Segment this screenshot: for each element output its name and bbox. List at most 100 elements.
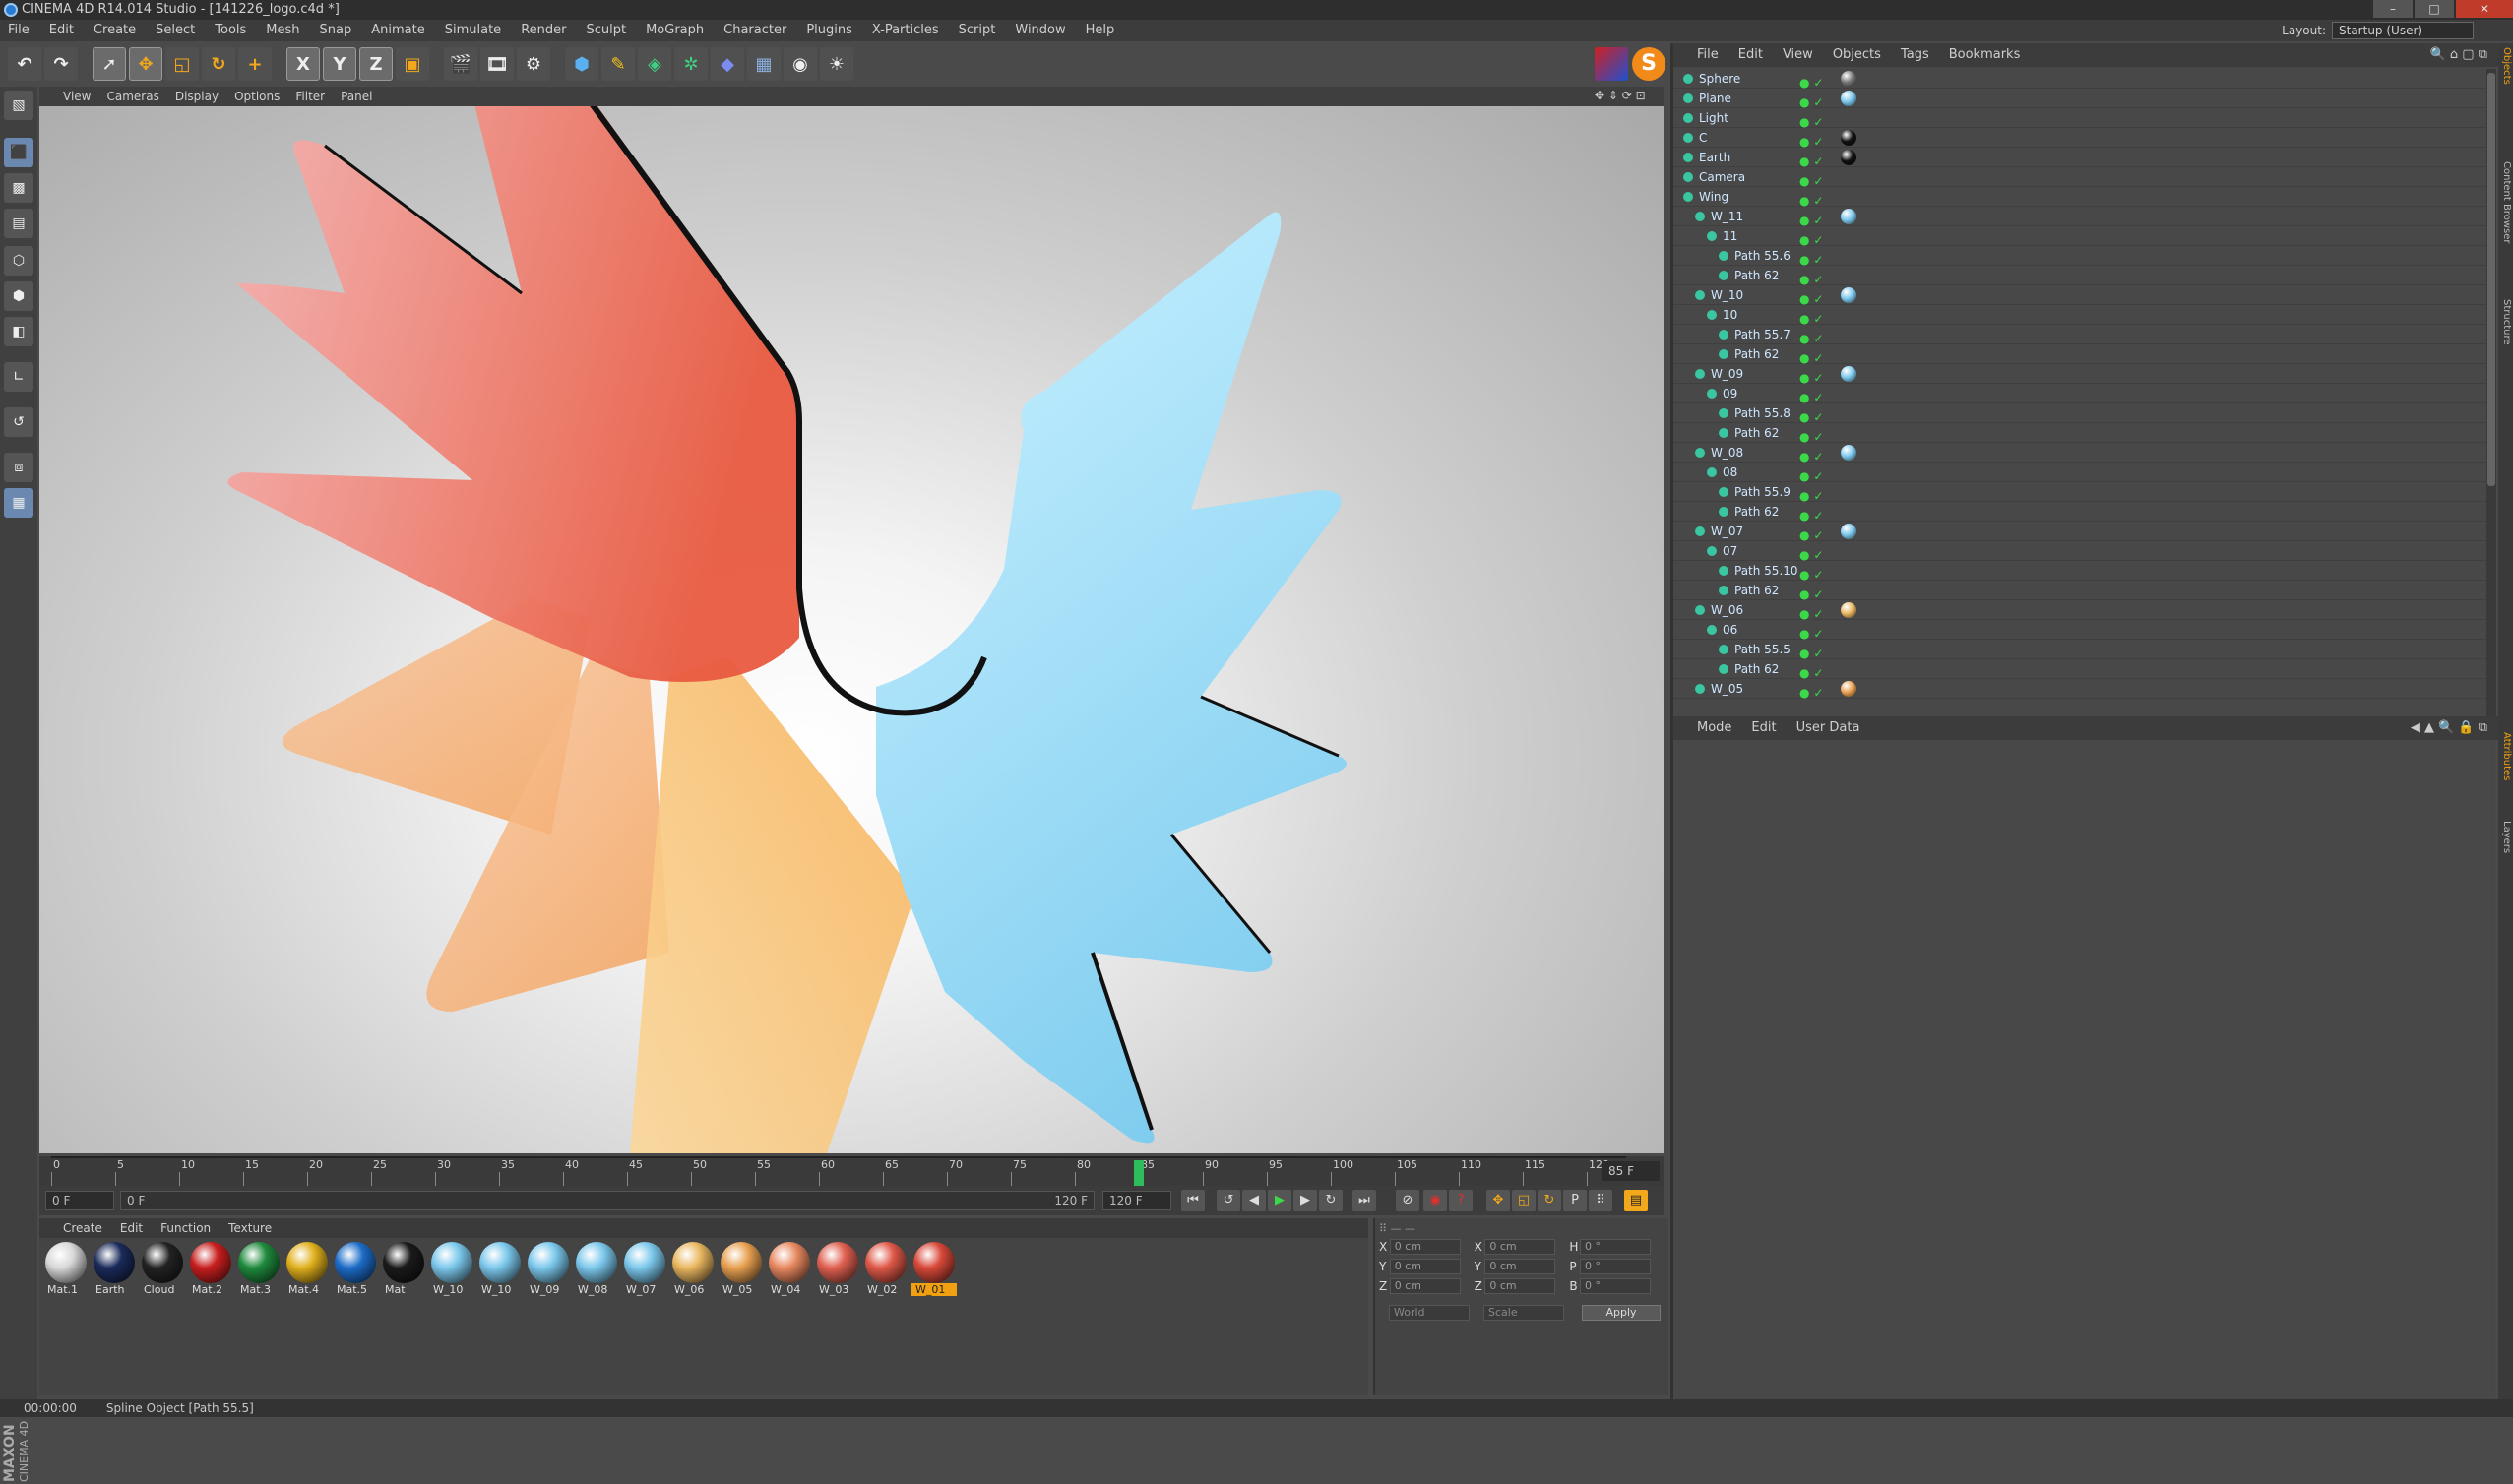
enabled-check-icon[interactable]: ✓	[1813, 430, 1823, 444]
object-name[interactable]: Earth	[1699, 148, 1730, 167]
viewport-menu-item-0[interactable]: View	[63, 87, 91, 106]
next-frame-icon[interactable]: ▶	[1293, 1190, 1317, 1211]
light-icon[interactable]: ☀	[820, 47, 853, 81]
enabled-check-icon[interactable]: ✓	[1813, 135, 1823, 149]
select-arrow-icon[interactable]: ➚	[93, 47, 126, 81]
attributes-menu-item-1[interactable]: Edit	[1751, 716, 1776, 740]
object-row[interactable]: 09 ● ✓	[1673, 384, 2486, 404]
object-name[interactable]: Camera	[1699, 167, 1745, 187]
coordinate-value-field[interactable]: 0 °	[1580, 1259, 1652, 1274]
enabled-check-icon[interactable]: ✓	[1813, 253, 1823, 267]
menu-item-15[interactable]: Script	[959, 20, 996, 41]
object-menu-item-0[interactable]: File	[1697, 43, 1719, 67]
object-row[interactable]: W_08 ● ✓	[1673, 443, 2486, 464]
deformer-icon[interactable]: ◆	[711, 47, 744, 81]
axis-mode-icon[interactable]: ∟	[4, 362, 33, 392]
object-name[interactable]: 11	[1723, 226, 1737, 246]
object-row[interactable]: Camera ● ✓	[1673, 167, 2486, 188]
enabled-check-icon[interactable]: ✓	[1813, 155, 1823, 168]
object-row[interactable]: 11 ● ✓	[1673, 226, 2486, 247]
keyframe-selection-icon[interactable]: ?	[1449, 1190, 1473, 1211]
visibility-dot-icon[interactable]: ●	[1799, 391, 1809, 404]
next-key-icon[interactable]: ↻	[1319, 1190, 1343, 1211]
object-name[interactable]: 09	[1723, 384, 1737, 403]
object-name[interactable]: W_07	[1711, 522, 1743, 541]
side-tab[interactable]: Attributes	[2499, 732, 2512, 780]
material-swatch[interactable]: W_10	[477, 1242, 523, 1299]
viewport-menu-item-3[interactable]: Options	[234, 87, 280, 106]
menu-item-12[interactable]: Character	[723, 20, 786, 41]
object-menu-item-1[interactable]: Edit	[1738, 43, 1763, 67]
viewport-menu-item-1[interactable]: Cameras	[106, 87, 158, 106]
object-row[interactable]: Path 62 ● ✓	[1673, 502, 2486, 523]
object-name[interactable]: Path 62	[1734, 659, 1779, 679]
visibility-dot-icon[interactable]: ●	[1799, 430, 1809, 444]
menu-item-11[interactable]: MoGraph	[646, 20, 704, 41]
object-row[interactable]: Path 55.5 ● ✓	[1673, 640, 2486, 660]
enabled-check-icon[interactable]: ✓	[1813, 174, 1823, 188]
axis-y-button[interactable]: Y	[323, 47, 356, 81]
object-name[interactable]: 07	[1723, 541, 1737, 561]
object-row[interactable]: Wing ● ✓	[1673, 187, 2486, 208]
visibility-dot-icon[interactable]: ●	[1799, 647, 1809, 660]
undo-icon[interactable]: ↶	[8, 47, 41, 81]
object-row[interactable]: Path 62 ● ✓	[1673, 266, 2486, 286]
material-menu-item-0[interactable]: Create	[63, 1218, 102, 1238]
visibility-dot-icon[interactable]: ●	[1799, 450, 1809, 464]
material-tag-icon[interactable]	[1841, 209, 1856, 224]
visibility-dot-icon[interactable]: ●	[1799, 410, 1809, 424]
points-mode-icon[interactable]: ⬡	[4, 246, 33, 276]
enabled-check-icon[interactable]: ✓	[1813, 76, 1823, 90]
menu-item-6[interactable]: Snap	[320, 20, 352, 41]
object-row[interactable]: W_07 ● ✓	[1673, 522, 2486, 542]
visibility-dot-icon[interactable]: ●	[1799, 174, 1809, 188]
visibility-dot-icon[interactable]: ●	[1799, 312, 1809, 326]
object-row[interactable]: Path 55.7 ● ✓	[1673, 325, 2486, 345]
visibility-dot-icon[interactable]: ●	[1799, 587, 1809, 601]
object-name[interactable]: Path 55.6	[1734, 246, 1791, 266]
texture-mode-icon[interactable]: ▩	[4, 173, 33, 203]
side-tab[interactable]: Layers	[2499, 821, 2512, 853]
add-object-icon[interactable]: +	[238, 47, 272, 81]
object-row[interactable]: 06 ● ✓	[1673, 620, 2486, 641]
attributes-menu-item-0[interactable]: Mode	[1697, 716, 1731, 740]
object-name[interactable]: Path 55.5	[1734, 640, 1791, 659]
menu-item-16[interactable]: Window	[1015, 20, 1065, 41]
enabled-check-icon[interactable]: ✓	[1813, 214, 1823, 227]
material-swatch[interactable]: Mat.1	[43, 1242, 89, 1299]
object-row[interactable]: Path 62 ● ✓	[1673, 581, 2486, 601]
visibility-dot-icon[interactable]: ●	[1799, 627, 1809, 641]
redo-icon[interactable]: ↷	[44, 47, 78, 81]
visibility-dot-icon[interactable]: ●	[1799, 214, 1809, 227]
go-to-start-icon[interactable]: ⏮	[1181, 1190, 1205, 1211]
menu-item-13[interactable]: Plugins	[806, 20, 852, 41]
menu-item-1[interactable]: Edit	[49, 20, 74, 41]
enabled-check-icon[interactable]: ✓	[1813, 312, 1823, 326]
maximize-button[interactable]: □	[2415, 0, 2454, 18]
current-frame-field[interactable]: 85 F	[1602, 1161, 1660, 1181]
previous-frame-icon[interactable]: ◀	[1242, 1190, 1266, 1211]
enabled-check-icon[interactable]: ✓	[1813, 568, 1823, 582]
object-name[interactable]: Path 62	[1734, 266, 1779, 285]
object-name[interactable]: Path 55.7	[1734, 325, 1791, 344]
object-row[interactable]: 07 ● ✓	[1673, 541, 2486, 562]
render-picture-viewer-icon[interactable]: 🎞	[480, 47, 514, 81]
material-swatch[interactable]: W_02	[863, 1242, 909, 1299]
object-name[interactable]: 08	[1723, 463, 1737, 482]
visibility-dot-icon[interactable]: ●	[1799, 95, 1809, 109]
object-row[interactable]: C ● ✓	[1673, 128, 2486, 149]
material-tag-icon[interactable]	[1841, 91, 1856, 106]
enabled-check-icon[interactable]: ✓	[1813, 194, 1823, 208]
enabled-check-icon[interactable]: ✓	[1813, 666, 1823, 680]
playhead[interactable]	[1134, 1160, 1145, 1186]
attributes-nav-icons[interactable]: ◀ ▲ 🔍 🔒 ⧉	[2411, 720, 2487, 735]
viewport-nav-icons[interactable]: ✥ ⇕ ⟳ ⊡	[1595, 89, 1664, 104]
subdivision-icon[interactable]: ◈	[638, 47, 671, 81]
menu-item-10[interactable]: Sculpt	[586, 20, 626, 41]
world-select[interactable]: World	[1389, 1305, 1470, 1321]
material-tag-icon[interactable]	[1841, 366, 1856, 382]
material-tag-icon[interactable]	[1841, 287, 1856, 303]
object-row[interactable]: Plane ● ✓	[1673, 89, 2486, 109]
object-row[interactable]: Path 55.9 ● ✓	[1673, 482, 2486, 503]
enabled-check-icon[interactable]: ✓	[1813, 351, 1823, 365]
